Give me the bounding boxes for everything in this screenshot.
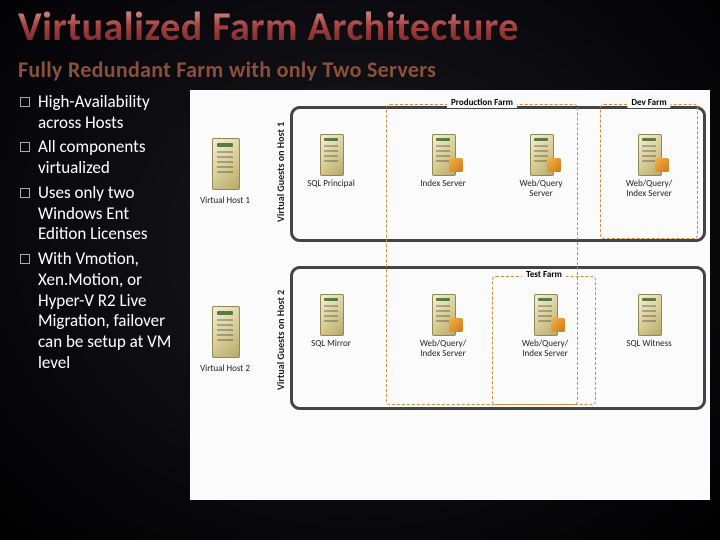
farm-label: Test Farm	[522, 269, 566, 280]
vm-label: Web/Query/ Index Server	[512, 339, 578, 359]
vm-index-server: Index Server	[410, 130, 476, 189]
server-icon	[524, 130, 558, 178]
sharepoint-badge-icon	[449, 318, 463, 332]
vm-label: SQL Witness	[616, 339, 682, 349]
guests-label-1: Virtual Guests on Host 1	[274, 122, 287, 222]
physical-host-2: Virtual Host 2	[196, 300, 254, 374]
farm-label: Production Farm	[447, 97, 517, 108]
bullet-text: Uses only two Windows Ent Edition Licens…	[38, 182, 147, 244]
server-icon	[204, 300, 246, 362]
list-item: With Vmotion, Xen.Motion, or Hyper-V R2 …	[20, 249, 180, 373]
host-label: Virtual Host 2	[196, 364, 254, 374]
farm-label: Dev Farm	[627, 97, 670, 108]
vm-web-query-index-2: Web/Query/ Index Server	[410, 290, 476, 359]
slide-subtitle: Fully Redundant Farm with only Two Serve…	[18, 56, 436, 83]
slide-title: Virtualized Farm Architecture	[18, 6, 708, 48]
vm-sql-principal: SQL Principal	[298, 130, 364, 189]
vm-label: SQL Principal	[298, 179, 364, 189]
vm-label: Web/Query Server	[508, 179, 574, 199]
vm-sql-mirror: SQL Mirror	[298, 290, 364, 349]
sharepoint-badge-icon	[547, 158, 561, 172]
guests-label-2: Virtual Guests on Host 2	[274, 290, 287, 390]
slide: Virtualized Farm Architecture Fully Redu…	[0, 0, 720, 540]
server-icon	[426, 290, 460, 338]
vm-web-query-1: Web/Query Server	[508, 130, 574, 199]
vm-sql-witness: SQL Witness	[616, 290, 682, 349]
server-icon	[204, 132, 246, 194]
bullet-text: All components virtualized	[38, 136, 145, 178]
vm-test-server: Web/Query/ Index Server	[512, 290, 578, 359]
server-icon	[314, 130, 348, 178]
server-icon	[528, 290, 562, 338]
physical-host-1: Virtual Host 1	[196, 132, 254, 206]
list-item: High-Availability across Hosts	[20, 92, 180, 133]
bullet-list: High-Availability across Hosts All compo…	[20, 92, 180, 378]
vm-label: Index Server	[410, 179, 476, 189]
vm-label: Web/Query/ Index Server	[616, 179, 682, 199]
vm-dev-server: Web/Query/ Index Server	[616, 130, 682, 199]
architecture-diagram: Virtual Host 1 Virtual Host 2 Virtual Gu…	[190, 90, 710, 500]
vm-label: Web/Query/ Index Server	[410, 339, 476, 359]
bullet-text: High-Availability across Hosts	[38, 91, 150, 133]
vm-label: SQL Mirror	[298, 339, 364, 349]
sharepoint-badge-icon	[449, 158, 463, 172]
sharepoint-badge-icon	[551, 318, 565, 332]
bullet-text: With Vmotion, Xen.Motion, or Hyper-V R2 …	[38, 248, 171, 373]
sharepoint-badge-icon	[655, 158, 669, 172]
server-icon	[314, 290, 348, 338]
list-item: All components virtualized	[20, 137, 180, 178]
server-icon	[426, 130, 460, 178]
server-icon	[632, 130, 666, 178]
list-item: Uses only two Windows Ent Edition Licens…	[20, 183, 180, 245]
host-label: Virtual Host 1	[196, 196, 254, 206]
server-icon	[632, 290, 666, 338]
